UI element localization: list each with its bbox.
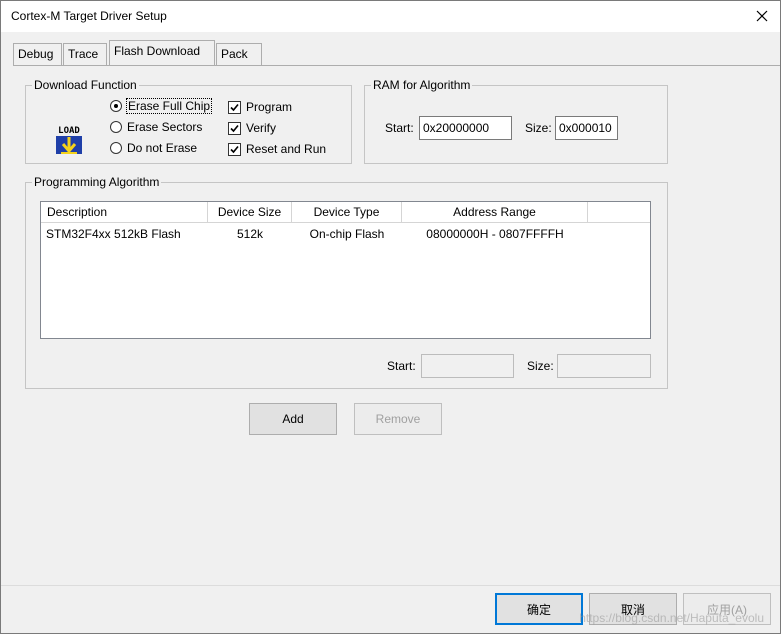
algo-size-label: Size:	[527, 359, 554, 373]
group-title: RAM for Algorithm	[371, 78, 473, 92]
checkmark-icon	[228, 121, 241, 135]
radio-erase-full-chip[interactable]: Erase Full Chip	[110, 98, 213, 114]
algorithm-list[interactable]: Description Device Size Device Type Addr…	[40, 201, 651, 339]
checkbox-reset-and-run[interactable]: Reset and Run	[228, 141, 326, 157]
radio-indicator	[110, 121, 122, 133]
radio-do-not-erase[interactable]: Do not Erase	[110, 140, 197, 156]
algo-start-input[interactable]	[421, 354, 514, 378]
radio-label: Do not Erase	[127, 141, 198, 155]
row-device-size: 512k	[236, 227, 264, 241]
column-header-device-size[interactable]: Device Size	[208, 202, 292, 223]
cancel-button[interactable]: 取消	[589, 593, 677, 625]
dialog-window: Cortex-M Target Driver Setup Debug Trace…	[0, 0, 781, 634]
algo-size-input[interactable]	[557, 354, 651, 378]
apply-button[interactable]: 应用(A)	[683, 593, 771, 625]
column-header-empty	[588, 202, 650, 223]
radio-label: Erase Sectors	[127, 120, 203, 134]
checkbox-label: Reset and Run	[246, 142, 327, 156]
tab-strip: Debug Trace Flash Download Pack	[1, 32, 780, 66]
checkmark-icon	[228, 100, 241, 114]
checkmark-icon	[228, 142, 241, 156]
add-button[interactable]: Add	[249, 403, 337, 435]
window-title: Cortex-M Target Driver Setup	[11, 9, 167, 23]
radio-label: Erase Full Chip	[125, 98, 213, 114]
programming-algorithm-group: Programming Algorithm Description Device…	[25, 175, 668, 389]
load-icon: LOAD	[56, 126, 82, 154]
tab-flash-download[interactable]: Flash Download	[109, 40, 215, 65]
table-row[interactable]: STM32F4xx 512kB Flash 512k On-chip Flash…	[41, 224, 588, 245]
column-header-device-type[interactable]: Device Type	[292, 202, 402, 223]
checkbox-label: Program	[246, 100, 293, 114]
ram-size-label: Size:	[525, 121, 552, 135]
row-device-type: On-chip Flash	[309, 227, 385, 241]
tab-debug[interactable]: Debug	[13, 43, 62, 65]
checkbox-verify[interactable]: Verify	[228, 120, 276, 136]
load-icon-text: LOAD	[58, 126, 80, 136]
tab-label: Pack	[221, 47, 248, 61]
algo-start-label: Start:	[387, 359, 416, 373]
checkbox-program[interactable]: Program	[228, 99, 292, 115]
tab-pack[interactable]: Pack	[216, 43, 262, 65]
dialog-footer: 确定 取消 应用(A) https://blog.csdn.net/Haputa…	[1, 585, 780, 633]
title-bar[interactable]: Cortex-M Target Driver Setup	[1, 1, 780, 32]
row-address-range: 08000000H - 0807FFFFH	[426, 227, 564, 241]
column-header-description[interactable]: Description	[41, 202, 208, 223]
tab-label: Debug	[18, 47, 54, 61]
radio-indicator	[110, 142, 122, 154]
group-title: Programming Algorithm	[32, 175, 162, 189]
group-title: Download Function	[32, 78, 139, 92]
ram-size-input[interactable]: 0x000010	[555, 116, 618, 140]
ram-start-input[interactable]: 0x20000000	[419, 116, 512, 140]
tab-trace[interactable]: Trace	[63, 43, 107, 65]
radio-indicator	[110, 100, 122, 112]
row-description: STM32F4xx 512kB Flash	[46, 227, 181, 241]
ram-for-algorithm-group: RAM for Algorithm Start: 0x20000000 Size…	[364, 78, 668, 164]
ram-start-label: Start:	[385, 121, 414, 135]
close-button[interactable]	[750, 5, 774, 27]
column-header-address-range[interactable]: Address Range	[402, 202, 588, 223]
checkbox-label: Verify	[246, 121, 277, 135]
list-header: Description Device Size Device Type Addr…	[41, 202, 650, 223]
ok-button[interactable]: 确定	[495, 593, 583, 625]
radio-erase-sectors[interactable]: Erase Sectors	[110, 119, 202, 135]
tab-label: Trace	[68, 47, 99, 61]
flash-download-panel: Download Function LOAD Erase Full Chip E…	[13, 65, 780, 585]
download-function-group: Download Function LOAD Erase Full Chip E…	[25, 78, 352, 164]
remove-button[interactable]: Remove	[354, 403, 442, 435]
close-icon	[756, 10, 768, 22]
tab-label: Flash Download	[114, 44, 201, 58]
